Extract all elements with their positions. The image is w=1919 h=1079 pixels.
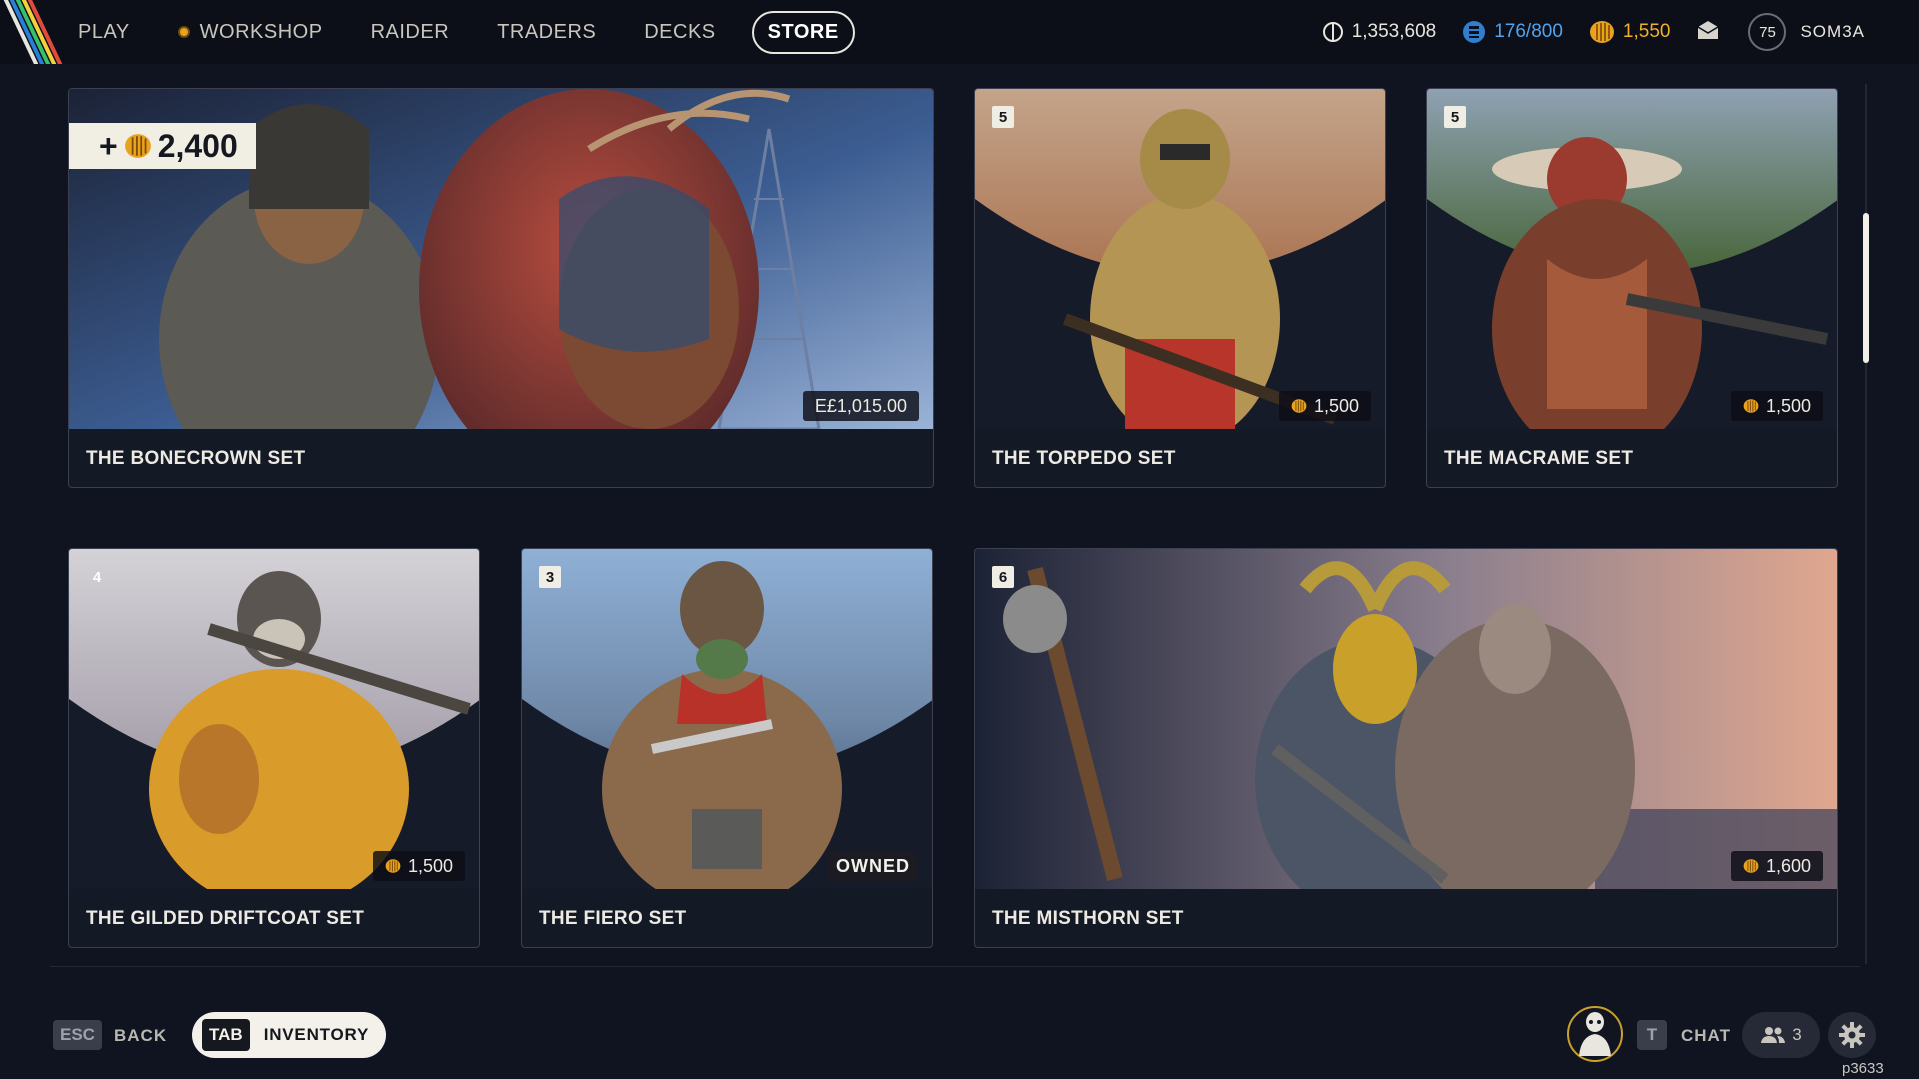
store-card-gilded-driftcoat[interactable]: 4 1,500 THE GILDED DRIFTCOAT SET xyxy=(68,548,480,948)
chat-key[interactable]: T xyxy=(1637,1020,1667,1050)
party-button[interactable]: 3 xyxy=(1742,1012,1820,1058)
price-value: 1,500 xyxy=(407,855,453,876)
premium-coin-icon xyxy=(1589,21,1614,43)
premium-display: 1,550 xyxy=(1589,20,1671,44)
card-title: THE MACRAME SET xyxy=(1444,448,1634,469)
card-title: THE FIERO SET xyxy=(539,908,687,929)
premium-coin-icon xyxy=(1291,399,1307,413)
nav-raider-label: RAIDER xyxy=(370,20,450,43)
price-value: E£1,015.00 xyxy=(814,395,907,416)
card-title: THE TORPEDO SET xyxy=(992,448,1176,469)
nav-play[interactable]: PLAY xyxy=(78,21,130,44)
count-badge: 5 xyxy=(992,106,1014,128)
nav-workshop-label: WORKSHOP xyxy=(199,20,323,43)
username[interactable]: SOM3A xyxy=(1800,22,1865,42)
mail-icon[interactable] xyxy=(1696,20,1720,45)
scrollbar-thumb[interactable] xyxy=(1863,213,1869,363)
main-nav: PLAY WORKSHOP RAIDER TRADERS DECKS STORE xyxy=(78,0,903,64)
nav-traders-label: TRADERS xyxy=(497,20,597,43)
capacity-icon xyxy=(1463,21,1486,43)
gilded-driftcoat-set-image xyxy=(69,549,479,889)
nav-play-label: PLAY xyxy=(78,20,130,43)
store-card-fiero[interactable]: 3 OWNED THE FIERO SET xyxy=(521,548,933,948)
gear-icon xyxy=(1839,1022,1865,1048)
workshop-dot-icon xyxy=(177,26,190,38)
macrame-set-image xyxy=(1427,89,1837,429)
player-level-badge[interactable]: 75 xyxy=(1748,13,1787,51)
price-tag: 1,500 xyxy=(1278,391,1371,421)
party-icon xyxy=(1761,1027,1786,1043)
capacity-value: 176/800 xyxy=(1494,21,1563,42)
price-tag: 1,600 xyxy=(1730,851,1823,881)
nav-workshop[interactable]: WORKSHOP xyxy=(177,20,323,44)
price-tag: 1,500 xyxy=(372,851,465,881)
currency-bar: 1,353,608 176/800 1,550 75 SOM3A xyxy=(1322,0,1919,64)
nav-decks-label: DECKS xyxy=(644,20,716,43)
bottom-divider xyxy=(50,966,1860,967)
inventory-button[interactable]: TAB INVENTORY xyxy=(192,1012,386,1058)
price-value: 1,500 xyxy=(1765,395,1811,416)
bonus-amount: 2,400 xyxy=(157,127,238,164)
credits-icon xyxy=(1322,22,1343,42)
owned-tag: OWNED xyxy=(828,851,918,881)
count-badge: 3 xyxy=(539,566,561,588)
nav-raider[interactable]: RAIDER xyxy=(371,21,450,44)
esc-key[interactable]: ESC xyxy=(53,1020,102,1050)
count-badge: 5 xyxy=(1444,106,1466,128)
credits-display: 1,353,608 xyxy=(1322,21,1437,43)
raider-avatar-icon[interactable] xyxy=(1565,1000,1625,1064)
bonus-prefix: + xyxy=(99,127,118,164)
count-badge: 6 xyxy=(992,566,1014,588)
misthorn-set-image xyxy=(975,549,1837,889)
premium-coin-icon xyxy=(124,134,151,158)
nav-store-label: STORE xyxy=(767,20,839,43)
premium-coin-icon xyxy=(1743,859,1759,873)
premium-value: 1,550 xyxy=(1622,21,1671,42)
count-badge: 4 xyxy=(92,568,102,586)
premium-coin-icon xyxy=(1743,399,1759,413)
bonus-badge: + 2,400 xyxy=(69,123,256,169)
back-button[interactable]: BACK xyxy=(114,1026,167,1046)
inventory-label: INVENTORY xyxy=(263,1025,370,1044)
store-card-bonecrown[interactable]: + 2,400 E£1,015.00 THE BONECROWN SET xyxy=(68,88,934,488)
tab-key: TAB xyxy=(202,1019,250,1051)
top-bar: PLAY WORKSHOP RAIDER TRADERS DECKS STORE… xyxy=(0,0,1919,64)
nav-traders[interactable]: TRADERS xyxy=(497,21,596,44)
card-title: THE GILDED DRIFTCOAT SET xyxy=(86,908,365,929)
chat-button[interactable]: CHAT xyxy=(1681,1026,1731,1046)
price-value: 1,600 xyxy=(1765,855,1811,876)
price-tag: E£1,015.00 xyxy=(802,391,919,421)
card-title: THE MISTHORN SET xyxy=(992,908,1184,929)
build-id: p3633 xyxy=(1842,1060,1884,1077)
capacity-display: 176/800 xyxy=(1462,20,1563,44)
party-count: 3 xyxy=(1792,1025,1802,1044)
nav-decks[interactable]: DECKS xyxy=(644,21,715,44)
player-level: 75 xyxy=(1759,23,1776,41)
store-card-macrame[interactable]: 5 1,500 THE MACRAME SET xyxy=(1426,88,1838,488)
price-tag: 1,500 xyxy=(1730,391,1823,421)
torpedo-set-image xyxy=(975,89,1385,429)
fiero-set-image xyxy=(522,549,932,889)
premium-coin-icon xyxy=(385,859,401,873)
store-card-misthorn[interactable]: 6 1,600 THE MISTHORN SET xyxy=(974,548,1838,948)
settings-button[interactable] xyxy=(1828,1012,1876,1058)
credits-value: 1,353,608 xyxy=(1351,21,1437,42)
price-value: 1,500 xyxy=(1313,395,1359,416)
card-title: THE BONECROWN SET xyxy=(86,448,306,469)
logo-stripes-icon xyxy=(0,0,70,64)
nav-store[interactable]: STORE xyxy=(751,10,855,54)
store-card-torpedo[interactable]: 5 1,500 THE TORPEDO SET xyxy=(974,88,1386,488)
